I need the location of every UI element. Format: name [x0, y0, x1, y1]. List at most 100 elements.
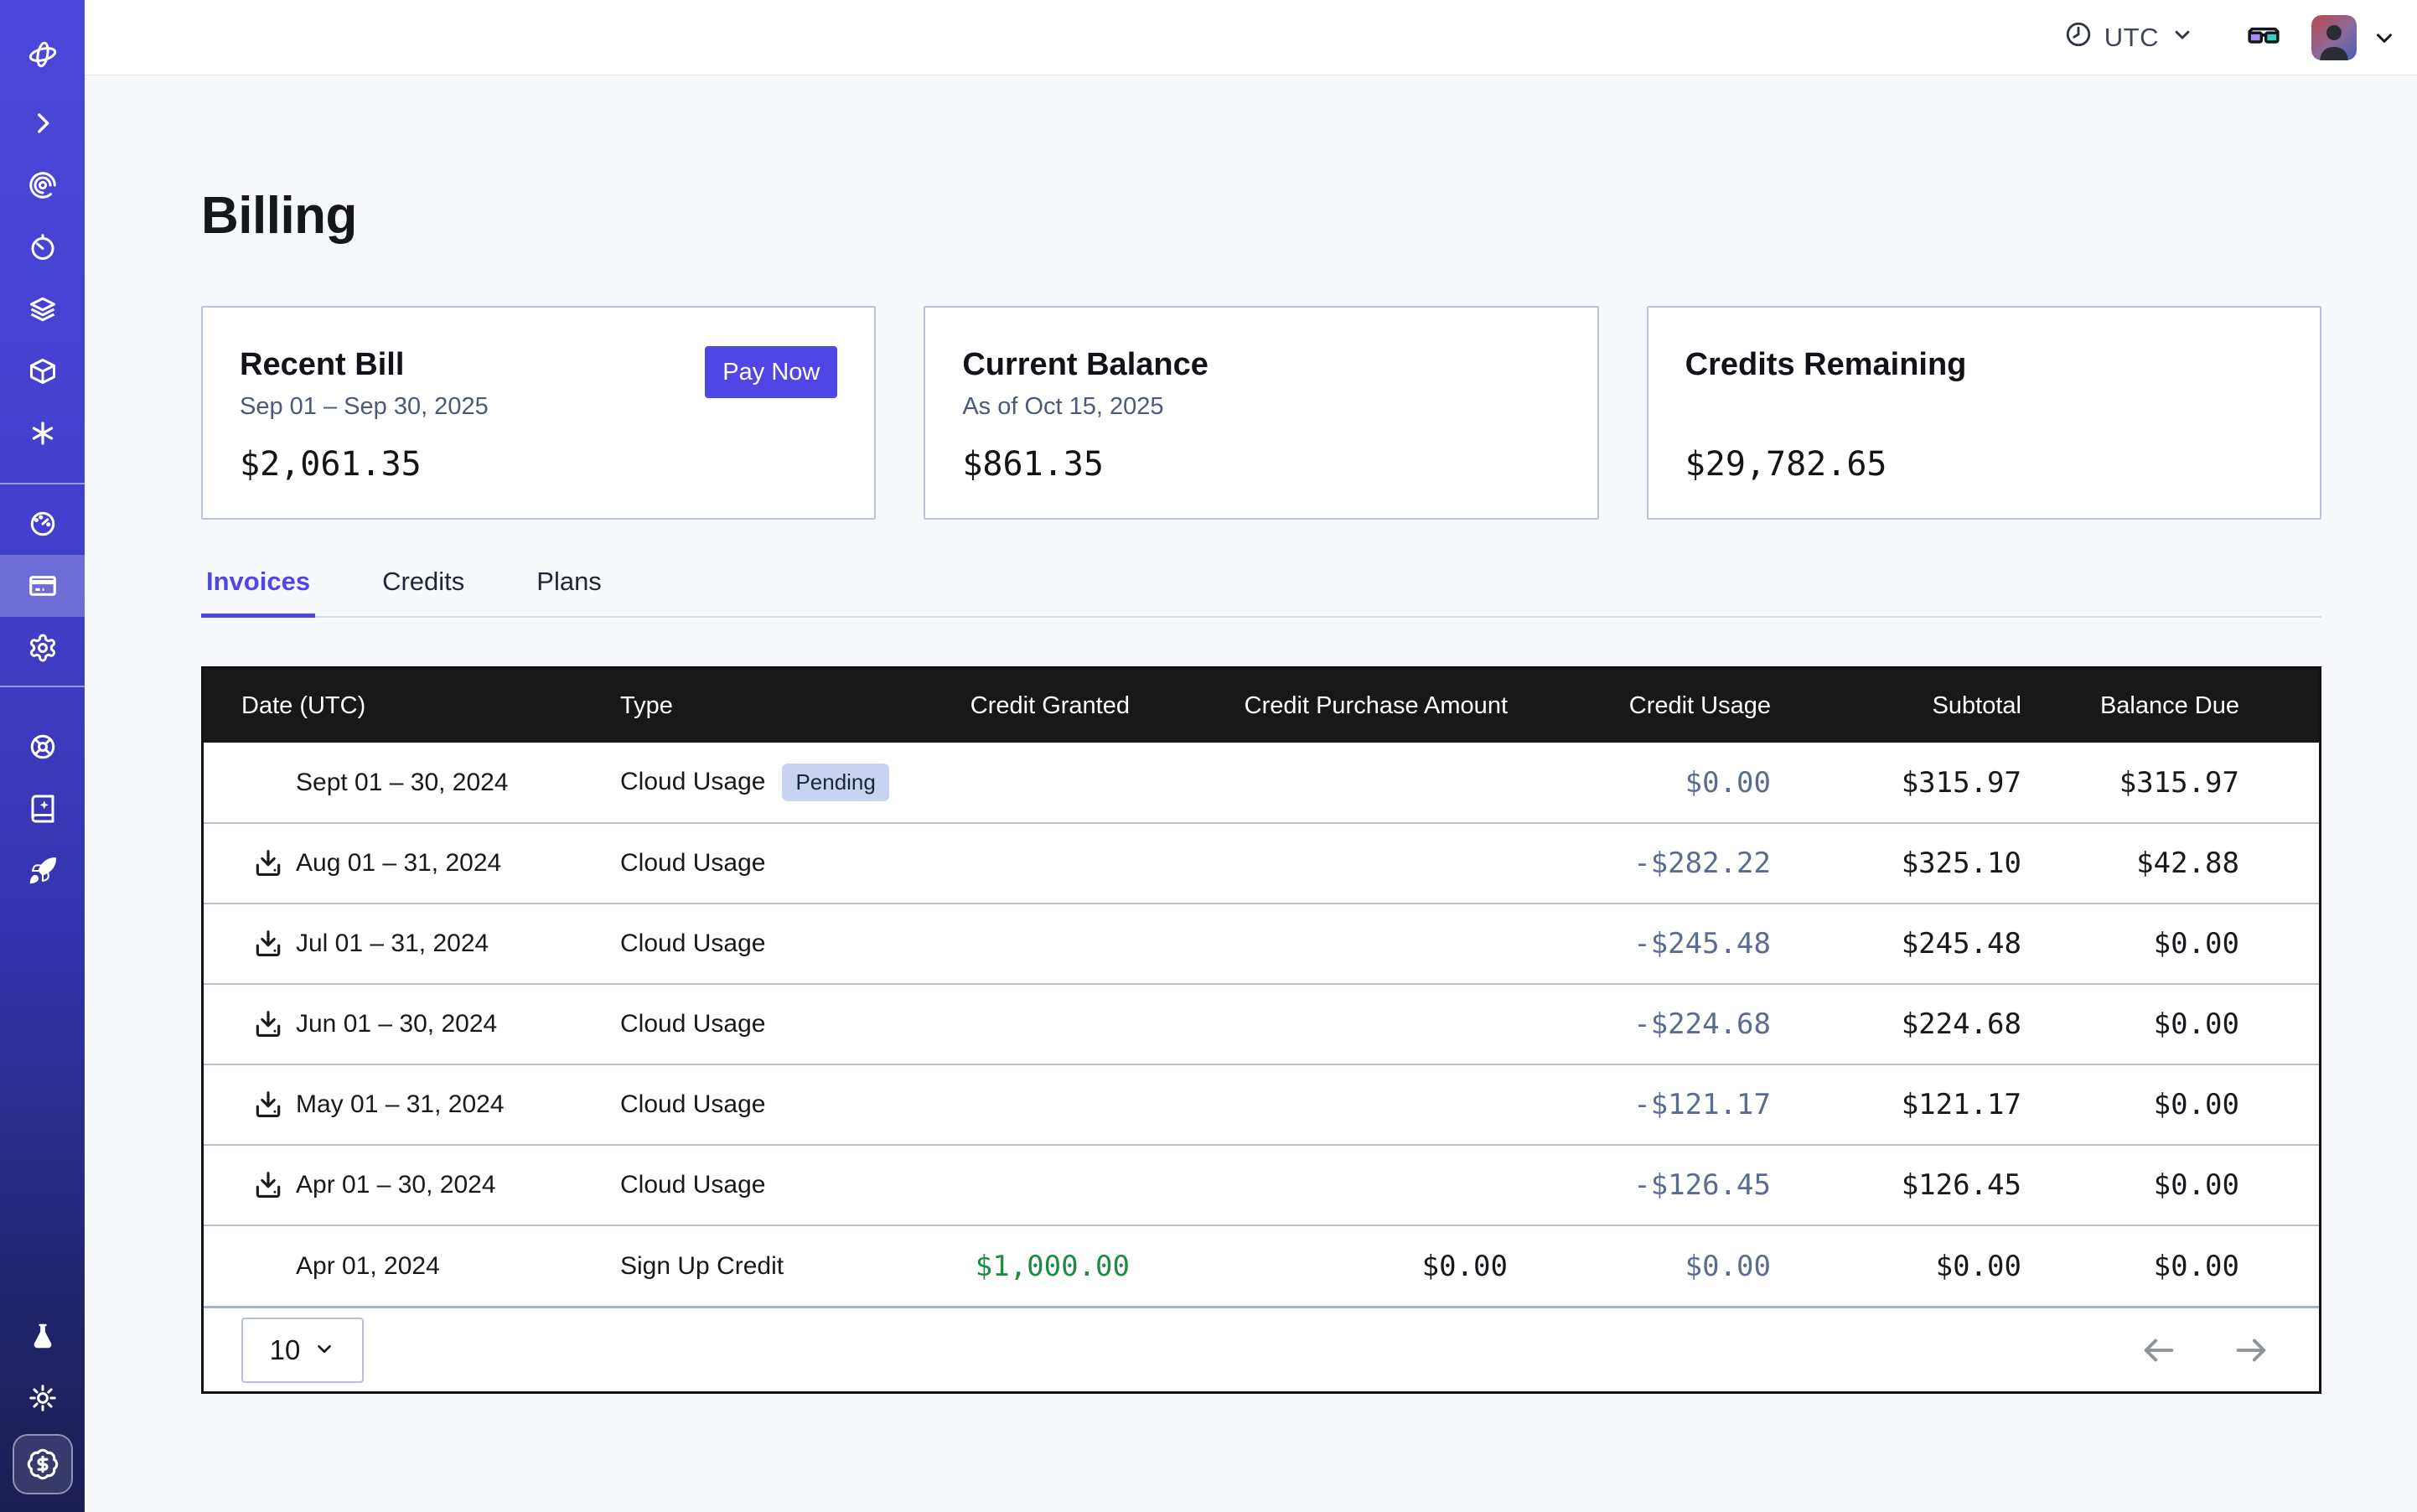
card-title: Credits Remaining — [1685, 348, 2283, 383]
credits-remaining-card: Credits Remaining $29,782.65 — [1647, 306, 2321, 520]
recent-bill-card: Recent Bill Sep 01 – Sep 30, 2025 $2,061… — [201, 306, 876, 520]
column-header: Credit Granted — [901, 669, 1140, 743]
sidebar — [0, 0, 85, 1512]
rocket-icon[interactable] — [0, 840, 85, 902]
page-size-value: 10 — [270, 1334, 301, 1366]
timezone-label: UTC — [2104, 23, 2159, 53]
table-row: Aug 01 – 31, 2024Cloud Usage-$282.22$325… — [204, 823, 2319, 904]
next-page-button[interactable] — [2232, 1331, 2270, 1370]
column-header: Credit Usage — [1518, 669, 1781, 743]
table-row: Jun 01 – 30, 2024Cloud Usage-$224.68$224… — [204, 984, 2319, 1064]
table-row: May 01 – 31, 2024Cloud Usage-$121.17$121… — [204, 1064, 2319, 1145]
balance-due-value: $0.00 — [2154, 1088, 2239, 1121]
current-balance-card: Current Balance As of Oct 15, 2025 $861.… — [924, 306, 1598, 520]
column-header: Subtotal — [1781, 669, 2031, 743]
credit-usage-value: -$121.17 — [1633, 1088, 1771, 1121]
download-invoice-icon[interactable] — [252, 847, 284, 879]
table-row: Apr 01, 2024 Sign Up Credit $1,000.00 $0.00… — [204, 1225, 2319, 1306]
chevron-down-icon[interactable] — [2372, 25, 2397, 50]
gauge-icon[interactable] — [0, 493, 85, 555]
invoice-date: Apr 01, 2024 — [296, 1252, 440, 1281]
clock-icon — [2064, 20, 2093, 55]
credit-usage-value: -$245.48 — [1633, 927, 1771, 961]
column-header: Type — [620, 669, 901, 743]
pagination-bar: 10 — [204, 1306, 2319, 1391]
table-body: Sept 01 – 30, 2024Cloud UsagePending$0.0… — [204, 743, 2319, 1306]
credit-granted-value: $1,000.00 — [976, 1250, 1130, 1283]
invoices-table-container: Date (UTC)TypeCredit GrantedCredit Purch… — [201, 666, 2321, 1394]
page-title: Billing — [201, 186, 2321, 246]
avatar[interactable] — [2311, 15, 2357, 60]
chevron-right-icon[interactable] — [0, 92, 85, 154]
invoice-type: Cloud Usage — [620, 849, 765, 877]
download-invoice-icon[interactable] — [252, 1089, 284, 1121]
download-invoice-icon[interactable] — [252, 1169, 284, 1201]
chevron-down-icon — [2171, 23, 2194, 53]
billing-tabs: Invoices Credits Plans — [201, 567, 2321, 618]
main-content: Billing Recent Bill Sep 01 – Sep 30, 202… — [85, 75, 2417, 1512]
tab-invoices[interactable]: Invoices — [201, 567, 315, 618]
subtotal-value: $315.97 — [1902, 766, 2021, 800]
tab-plans[interactable]: Plans — [531, 567, 607, 618]
helm-wheel-icon[interactable] — [0, 716, 85, 778]
invoice-type: Cloud Usage — [620, 768, 765, 795]
invoice-date: Apr 01 – 30, 2024 — [296, 1171, 496, 1199]
logo-orbit-icon[interactable] — [0, 23, 85, 85]
download-invoice-icon[interactable] — [252, 928, 284, 960]
credit-card-icon[interactable] — [0, 555, 85, 617]
card-title: Current Balance — [962, 348, 1560, 383]
layers-icon[interactable] — [0, 278, 85, 340]
flask-icon[interactable] — [0, 1305, 85, 1367]
balance-due-value: $0.00 — [2154, 927, 2239, 961]
column-header: Credit Purchase Amount — [1140, 669, 1518, 743]
invoice-type: Sign Up Credit — [620, 1252, 784, 1280]
invoice-type: Cloud Usage — [620, 929, 765, 957]
sidebar-divider — [0, 483, 85, 484]
card-subtitle: As of Oct 15, 2025 — [962, 393, 1560, 423]
tab-credits[interactable]: Credits — [377, 567, 469, 618]
invoice-date: Sept 01 – 30, 2024 — [296, 769, 509, 797]
spiral-eye-icon[interactable] — [0, 154, 85, 216]
subtotal-value: $126.45 — [1902, 1168, 2021, 1202]
credit-usage-value: -$224.68 — [1633, 1007, 1771, 1041]
invoice-date: May 01 – 31, 2024 — [296, 1090, 505, 1119]
badge-dollar-icon[interactable] — [13, 1434, 73, 1494]
table-header-row: Date (UTC)TypeCredit GrantedCredit Purch… — [204, 669, 2319, 743]
asterisk-icon[interactable] — [0, 402, 85, 464]
balance-due-value: $315.97 — [2119, 766, 2239, 800]
timezone-selector[interactable]: UTC — [2064, 20, 2194, 55]
subtotal-value: $0.00 — [1936, 1250, 2021, 1283]
credits-remaining-amount: $29,782.65 — [1685, 445, 2283, 484]
previous-page-button[interactable] — [2140, 1331, 2178, 1370]
table-row: Jul 01 – 31, 2024 Cloud Usage -$245.48 $245… — [204, 904, 2319, 984]
balance-due-value: $42.88 — [2136, 847, 2239, 880]
pay-now-button[interactable]: Pay Now — [705, 346, 837, 398]
download-invoice-icon[interactable] — [252, 1008, 284, 1040]
sun-icon[interactable] — [0, 1367, 85, 1429]
credit-purchase-value: $0.00 — [1422, 1250, 1508, 1283]
table-row: Apr 01 – 30, 2024Cloud Usage-$126.45$126… — [204, 1145, 2319, 1225]
page-size-select[interactable]: 10 — [241, 1318, 364, 1383]
subtotal-value: $224.68 — [1902, 1007, 2021, 1041]
chevron-down-icon — [313, 1334, 335, 1366]
invoice-type: Cloud Usage — [620, 1010, 765, 1038]
subtotal-value: $121.17 — [1902, 1088, 2021, 1121]
credit-usage-value: $0.00 — [1685, 766, 1771, 800]
gear-icon[interactable] — [0, 617, 85, 679]
subtotal-value: $245.48 — [1902, 927, 2021, 961]
invoice-date: Aug 01 – 31, 2024 — [296, 849, 501, 878]
cube-icon[interactable] — [0, 340, 85, 402]
invoice-date: Jul 01 – 31, 2024 — [296, 929, 489, 958]
balance-due-value: $0.00 — [2154, 1250, 2239, 1283]
sidebar-divider — [0, 686, 85, 687]
book-sparkle-icon[interactable] — [0, 778, 85, 840]
balance-due-value: $0.00 — [2154, 1007, 2239, 1041]
current-balance-amount: $861.35 — [962, 445, 1560, 484]
timer-icon[interactable] — [0, 216, 85, 278]
card-subtitle — [1685, 393, 2283, 423]
credit-usage-value: -$282.22 — [1633, 847, 1771, 880]
column-header: Balance Due — [2031, 669, 2319, 743]
recent-bill-amount: $2,061.35 — [240, 445, 837, 484]
glasses-icon[interactable] — [2244, 18, 2283, 57]
column-header: Date (UTC) — [204, 669, 620, 743]
